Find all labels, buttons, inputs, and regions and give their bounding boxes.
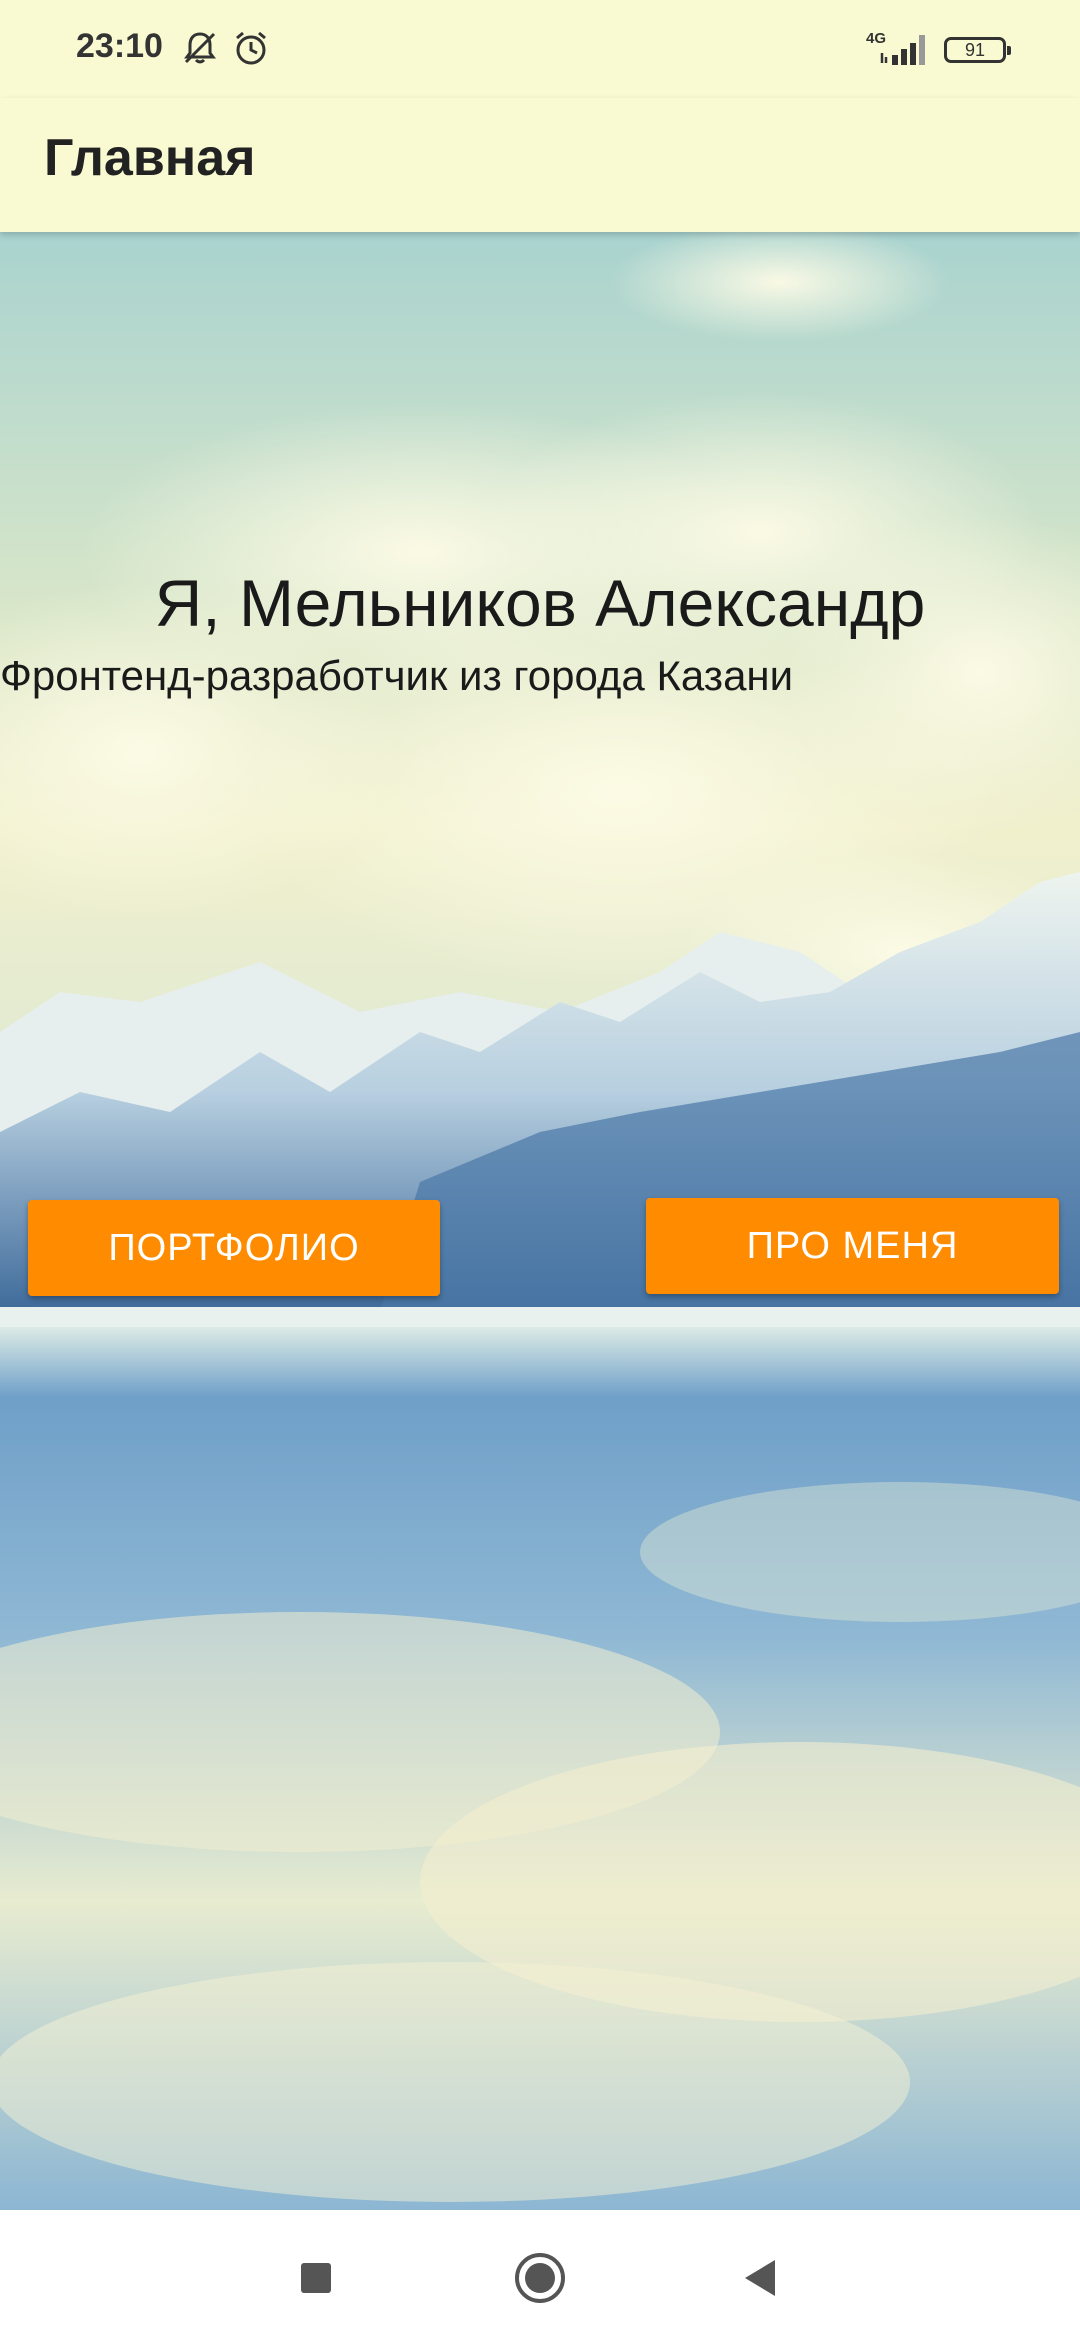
- home-button[interactable]: [510, 2250, 570, 2310]
- hero-subtitle: Фронтенд-разработчик из города Казани: [0, 652, 794, 699]
- hero-title: Я, Мельников Александр: [154, 566, 926, 640]
- back-button[interactable]: [730, 2250, 790, 2310]
- alarm-icon: [231, 28, 271, 68]
- recents-button[interactable]: [286, 2250, 346, 2310]
- page-title: Главная: [44, 129, 256, 187]
- status-time: 23:10: [76, 27, 163, 65]
- app-bar: Главная: [0, 98, 1080, 232]
- signal-icon: [880, 31, 932, 70]
- battery-level: 91: [964, 39, 986, 60]
- about-me-button[interactable]: ПРО МЕНЯ: [646, 1198, 1059, 1294]
- screen: 23:10 4G 91 Главная Я, Мельников Алексан…: [0, 0, 1080, 2340]
- battery-icon: 91: [944, 37, 1011, 63]
- back-icon: [741, 2258, 779, 2303]
- recents-icon: [299, 2261, 333, 2300]
- notifications-off-icon: [180, 28, 220, 68]
- status-bar: 23:10 4G 91: [0, 0, 1080, 98]
- home-icon: [513, 2251, 567, 2310]
- status-right: 91: [880, 30, 1011, 70]
- system-nav-bar: [0, 2210, 1080, 2340]
- portfolio-button[interactable]: ПОРТФОЛИО: [28, 1200, 440, 1296]
